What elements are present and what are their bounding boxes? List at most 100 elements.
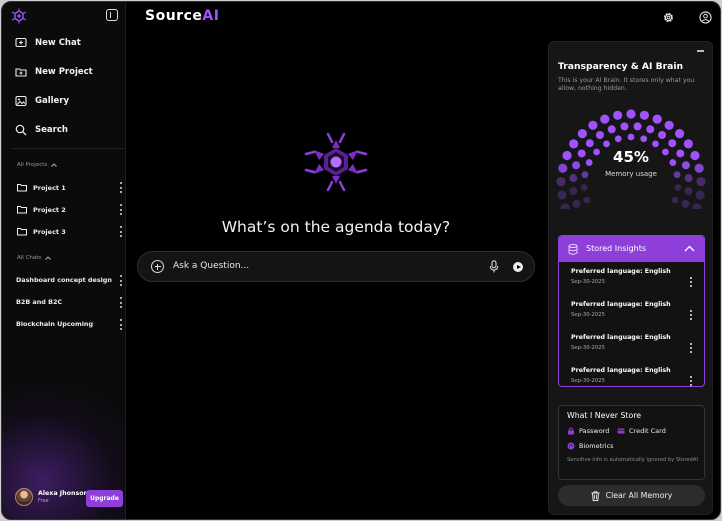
microphone-icon[interactable] <box>489 260 499 273</box>
project-menu-icon[interactable] <box>119 204 122 215</box>
new-project-label: New Project <box>35 67 93 77</box>
sidebar-divider <box>12 148 124 149</box>
gauge-dot <box>613 110 623 120</box>
app-window: New Chat New Project Gallery Search All … <box>1 1 721 520</box>
never-store-label: Password <box>579 427 610 435</box>
gauge-dot <box>560 203 570 209</box>
stored-insights-header[interactable]: Stored Insights <box>559 236 704 262</box>
chat-menu-icon[interactable] <box>119 275 122 286</box>
clear-all-memory-label: Clear All Memory <box>605 491 673 500</box>
gallery-icon <box>15 95 27 107</box>
never-store-item: Biometrics <box>567 442 614 450</box>
user-account-icon[interactable] <box>699 11 712 24</box>
user-name: Alexa Jhonson <box>38 490 88 497</box>
add-attachment-icon[interactable] <box>151 260 164 273</box>
gauge-dot <box>671 196 679 204</box>
insight-text: Preferred language: English <box>571 367 671 374</box>
gauge-dot <box>640 135 648 143</box>
sidebar-item-project-2[interactable]: Project 2 <box>17 205 66 214</box>
chevron-up-icon[interactable] <box>684 245 695 252</box>
insight-text: Preferred language: English <box>571 334 671 341</box>
gauge-dot <box>607 125 616 134</box>
database-icon <box>568 244 578 255</box>
project-menu-icon[interactable] <box>119 226 122 237</box>
folder-plus-icon <box>15 68 27 77</box>
gauge-dot <box>646 125 655 134</box>
trash-icon <box>591 490 600 501</box>
ai-brain-panel: Transparency & AI Brain This is your AI … <box>548 41 713 515</box>
upgrade-button[interactable]: Upgrade <box>86 490 123 507</box>
project-menu-icon[interactable] <box>119 182 122 193</box>
sidebar-item-project-3[interactable]: Project 3 <box>17 227 66 236</box>
sidebar-item-chat[interactable]: Blockchain Upcoming <box>16 320 93 328</box>
send-button[interactable] <box>513 262 523 272</box>
never-store-label: Biometrics <box>579 442 614 450</box>
gauge-dot <box>695 190 705 200</box>
project-label: Project 1 <box>33 183 66 192</box>
chat-menu-icon[interactable] <box>119 297 122 308</box>
insight-item: Preferred language: English Sep-30-2025 <box>571 268 701 285</box>
gauge-dot <box>577 129 587 139</box>
never-store-note: Sensitive info is automatically ignored … <box>567 457 698 463</box>
stored-insights-title: Stored Insights <box>586 244 647 253</box>
all-projects-toggle[interactable]: All Projects <box>17 162 58 168</box>
gallery-label: Gallery <box>35 96 70 106</box>
gauge-dot <box>569 187 578 196</box>
gauge-dot <box>664 120 674 130</box>
never-store-card: What I Never Store Password Credit Card … <box>558 405 705 480</box>
all-projects-label: All Projects <box>17 162 48 168</box>
all-chats-label: All Chats <box>17 255 42 261</box>
gauge-dot <box>603 140 610 148</box>
gallery-button[interactable]: Gallery <box>15 95 69 107</box>
new-project-button[interactable]: New Project <box>15 66 93 78</box>
panel-subtitle: This is your AI Brain. It stores only wh… <box>558 77 695 93</box>
memory-percent: 45% <box>613 148 649 166</box>
insight-menu-icon[interactable] <box>689 376 692 386</box>
user-profile[interactable]: Alexa Jhonson Free <box>15 488 88 506</box>
brand-accent: AI <box>202 8 220 24</box>
all-chats-toggle[interactable]: All Chats <box>17 255 52 261</box>
hero-logo-icon <box>304 132 368 192</box>
gauge-dot <box>600 114 610 124</box>
insight-date: Sep-30-2025 <box>571 312 606 318</box>
gauge-dot <box>626 109 636 119</box>
clear-all-memory-button[interactable]: Clear All Memory <box>558 485 705 506</box>
gauge-dot <box>633 122 642 131</box>
gauge-dot <box>580 184 588 191</box>
ask-input[interactable]: Ask a Question... <box>137 251 535 282</box>
panel-title: Transparency & AI Brain <box>558 61 684 72</box>
insight-menu-icon[interactable] <box>689 343 692 353</box>
gauge-dot <box>557 190 567 200</box>
never-store-item: Credit Card <box>617 427 666 435</box>
never-store-label: Credit Card <box>629 427 666 435</box>
chat-menu-icon[interactable] <box>119 319 122 330</box>
stored-insights-card: Stored Insights Preferred language: Engl… <box>558 235 705 387</box>
gauge-dot <box>595 131 604 139</box>
insight-menu-icon[interactable] <box>689 277 692 287</box>
collapse-sidebar-icon[interactable] <box>106 9 118 21</box>
sidebar: New Chat New Project Gallery Search All … <box>2 2 126 519</box>
insight-date: Sep-30-2025 <box>571 345 606 351</box>
app-logo-icon[interactable] <box>11 8 27 24</box>
insight-date: Sep-30-2025 <box>571 279 606 285</box>
gear-icon[interactable] <box>662 11 675 24</box>
search-button[interactable]: Search <box>15 124 68 136</box>
gauge-dot <box>556 176 566 187</box>
gauge-dot <box>658 131 667 139</box>
gauge-dot <box>627 133 635 141</box>
new-chat-button[interactable]: New Chat <box>15 37 81 49</box>
sidebar-item-project-1[interactable]: Project 1 <box>17 183 66 192</box>
chevron-up-icon <box>45 256 52 260</box>
insight-menu-icon[interactable] <box>689 310 692 320</box>
gauge-dot <box>583 196 591 204</box>
gauge-dot <box>614 135 622 143</box>
insight-text: Preferred language: English <box>571 268 671 275</box>
search-icon <box>15 124 27 136</box>
sidebar-item-chat[interactable]: Dashboard concept design <box>16 276 112 284</box>
project-label: Project 2 <box>33 205 66 214</box>
minimize-panel-icon[interactable] <box>697 50 704 52</box>
insight-item: Preferred language: English Sep-30-2025 <box>571 367 701 384</box>
sidebar-item-chat[interactable]: B2B and B2C <box>16 298 62 306</box>
gauge-dot <box>639 110 649 120</box>
insight-date: Sep-30-2025 <box>571 378 606 384</box>
